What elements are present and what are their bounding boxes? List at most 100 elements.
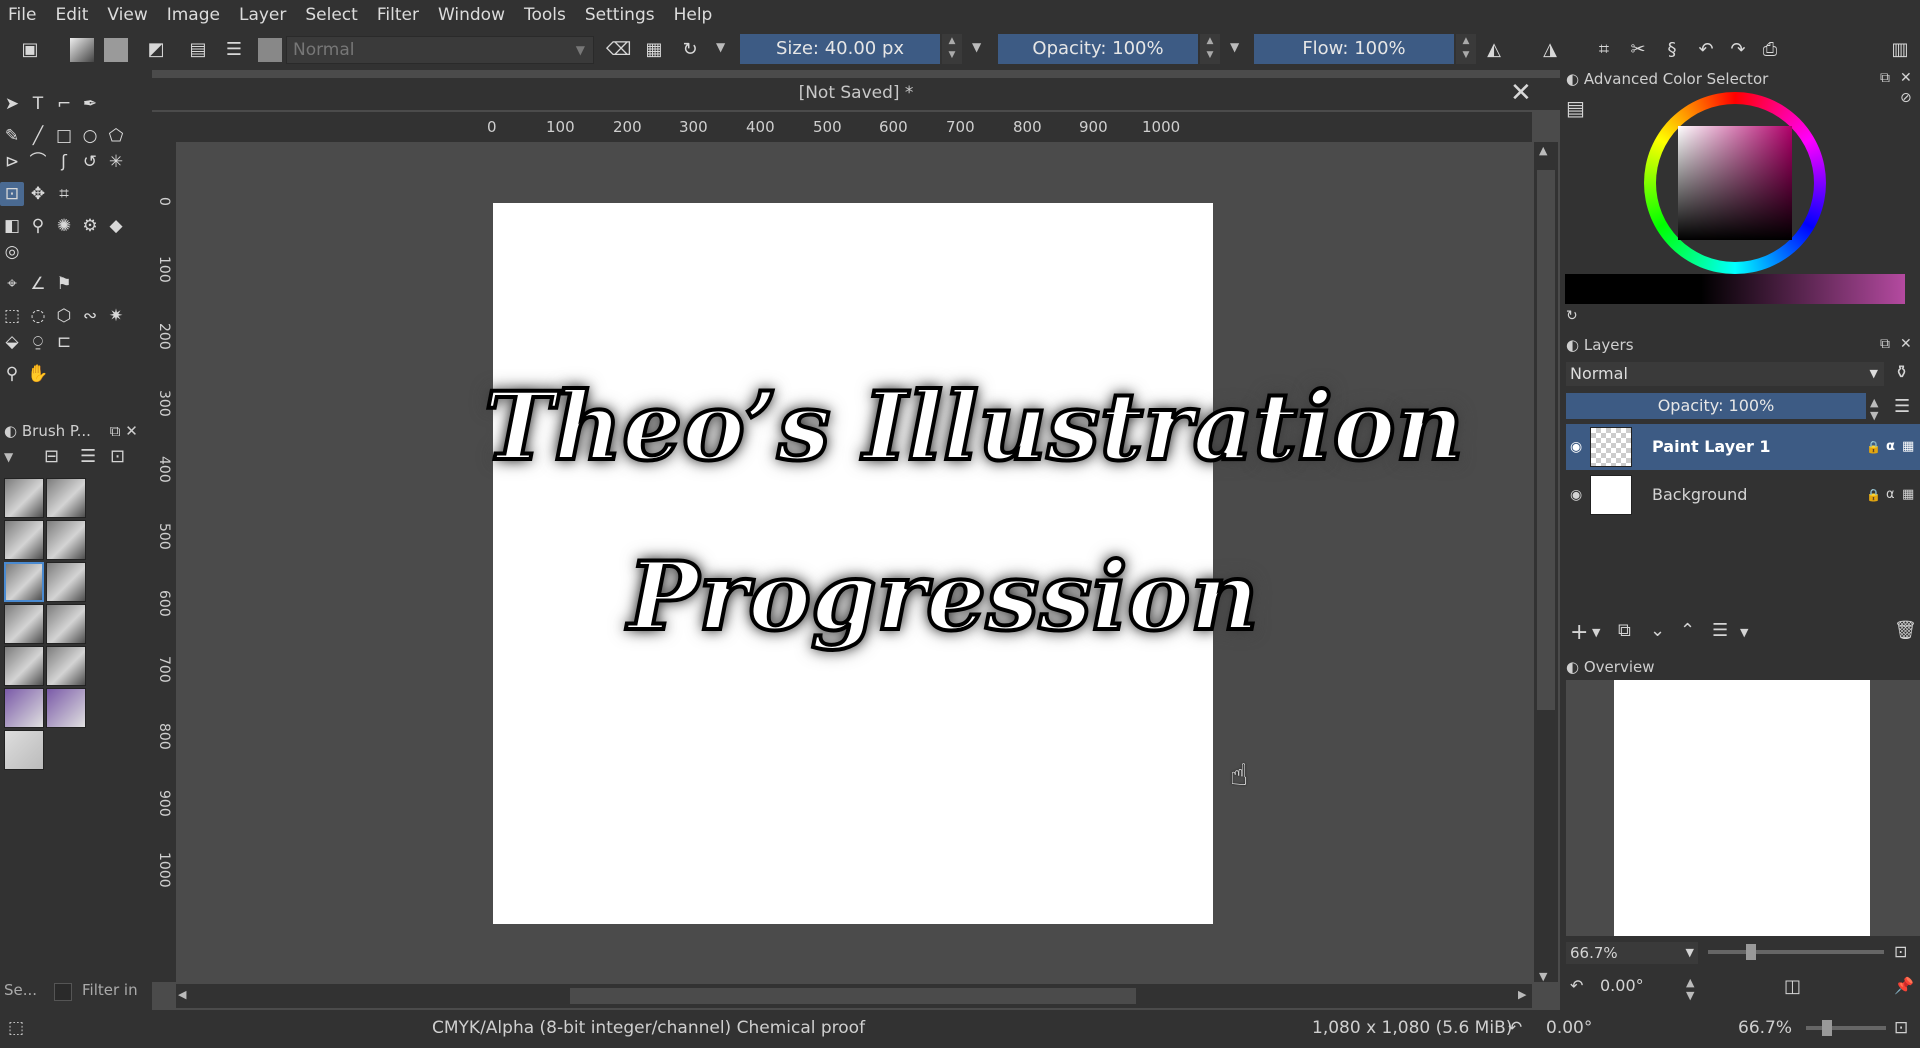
close-icon[interactable]: ✕ [1900,70,1912,86]
vertical-scroll-thumb[interactable] [1537,170,1555,710]
size-spinner[interactable]: ▲ ▼ [942,34,962,64]
size-slider[interactable]: Size: 40.00 px ▲ ▼ [740,34,962,64]
alpha-icon[interactable]: α [1886,424,1895,470]
bezier-tool-icon[interactable]: ⌒ [26,150,50,174]
bezier-select-icon[interactable]: ⍜ [26,330,50,354]
opacity-spinner[interactable]: ▲ ▼ [1200,34,1220,64]
smoothing-icon[interactable]: § [1660,38,1684,62]
color-swap-icon[interactable]: ◩ [144,38,168,62]
brush-preview-icon[interactable] [258,38,282,62]
layout-icon[interactable]: ▤ [186,38,210,62]
line-tool-icon[interactable]: ╱ [26,124,50,148]
chevron-down-icon[interactable]: ▼ [1230,40,1239,54]
mirror-view-icon[interactable]: ◫ [1784,976,1801,997]
polygon-select-icon[interactable]: ⬡ [52,304,76,328]
flow-spinner[interactable]: ▲ ▼ [1456,34,1476,64]
brush-preset[interactable] [46,478,86,518]
magnetic-select-icon[interactable]: ⊏ [52,330,76,354]
eraser-icon[interactable]: ⌫ [606,38,631,62]
rectangle-tool-icon[interactable]: □ [52,124,76,148]
assistant-tool-icon[interactable]: ⌖ [0,272,24,296]
brush-preset[interactable] [4,646,44,686]
brush-preset[interactable] [4,520,44,560]
layer-opacity-slider[interactable]: Opacity: 100% [1566,393,1866,419]
list-view-icon[interactable]: ☰ [80,446,96,467]
visibility-eye-icon[interactable]: ◉ [1570,472,1582,518]
zoom-tool-icon[interactable]: ⚲ [0,362,24,386]
calligraphy-icon[interactable]: ✒ [78,92,102,116]
lock-icon[interactable]: 🔒 [1866,472,1881,518]
dynamic-brush-icon[interactable]: ↺ [78,150,102,174]
fit-view-icon[interactable]: ⊡ [1894,942,1907,961]
menu-file[interactable]: File [8,5,36,25]
similar-select-icon[interactable]: ⬙ [0,330,24,354]
reference-tool-icon[interactable]: ⚑ [52,272,76,296]
overview-zoom-select[interactable]: 66.7% ▼ [1566,942,1698,964]
ellipse-tool-icon[interactable]: ○ [78,124,102,148]
flow-slider[interactable]: Flow: 100% ▲ ▼ [1254,34,1476,64]
rotate-icon[interactable]: ↶ [1570,976,1583,995]
color-square[interactable] [1678,126,1792,240]
opacity-slider[interactable]: Opacity: 100% ▲ ▼ [998,34,1220,64]
freehand-path-icon[interactable]: ʃ [52,150,76,174]
reload-icon[interactable]: ↻ [678,38,702,62]
delete-layer-icon[interactable]: 🗑 [1894,620,1917,641]
undo-icon[interactable]: ↶ [1694,38,1718,62]
panel-lock-icon[interactable]: ◐ [1566,336,1579,354]
panel-lock-icon[interactable]: ◐ [1566,70,1579,88]
smart-patch-icon[interactable]: ✺ [52,214,76,238]
ellipse-select-icon[interactable]: ◌ [26,304,50,328]
brush-preset[interactable] [46,646,86,686]
save-icon[interactable]: ⎙ [1758,38,1782,62]
chevron-down-icon[interactable]: ▼ [972,40,981,54]
brush-preset[interactable] [4,478,44,518]
chevron-down-icon[interactable]: ▼ [1592,626,1600,639]
lock-icon[interactable]: 🔒 [1866,424,1881,470]
brush-preset[interactable] [4,604,44,644]
edit-shapes-icon[interactable]: ⌐ [52,92,76,116]
menu-window[interactable]: Window [438,5,505,25]
transform-tool-icon[interactable]: ⊡ [0,182,24,206]
brush-preset[interactable] [4,730,44,770]
polygon-tool-icon[interactable]: ⬠ [104,124,128,148]
workspace-icon[interactable]: ▥ [1888,38,1912,62]
menu-filter[interactable]: Filter [377,5,419,25]
gradient-icon[interactable] [70,38,94,62]
chevron-down-icon[interactable]: ▼ [1740,626,1748,639]
layer-menu-icon[interactable]: ☰ [1894,396,1910,417]
menu-select[interactable]: Select [305,5,357,25]
refresh-icon[interactable]: ↻ [1566,308,1578,324]
visibility-eye-icon[interactable]: ◉ [1570,424,1582,470]
move-layer-up-icon[interactable]: ⌃ [1680,620,1695,641]
color-picker-icon[interactable]: ⚲ [26,214,50,238]
horizontal-scroll-thumb[interactable] [570,988,1136,1004]
zoom-slider[interactable] [1806,1026,1886,1030]
zoom-slider-handle[interactable] [1822,1020,1832,1036]
brush-preset[interactable] [46,520,86,560]
layer-row-paint-layer-1[interactable]: ◉ Paint Layer 1 🔒 α ▦ [1566,424,1920,470]
fit-view-icon[interactable]: ⊡ [1894,1018,1908,1038]
scroll-up-icon[interactable]: ▲ [1539,144,1547,157]
text-tool-icon[interactable]: T [26,92,50,116]
chevron-down-icon[interactable]: ▼ [4,450,13,464]
inherit-alpha-icon[interactable]: ▦ [1902,472,1914,518]
filter-checkbox[interactable] [54,983,72,1001]
float-panel-icon[interactable]: ⧉ [1880,70,1890,86]
selection-icon[interactable]: ⬚ [8,1018,24,1038]
menu-tools[interactable]: Tools [524,5,566,25]
menu-image[interactable]: Image [167,5,220,25]
close-document-icon[interactable]: ✕ [1510,78,1532,108]
new-document-icon[interactable]: ▣ [18,38,42,62]
brush-preset[interactable] [46,562,86,602]
alpha-lock-icon[interactable]: ▦ [642,38,666,62]
color-space-label[interactable]: CMYK/Alpha (8-bit integer/channel) Chemi… [432,1018,865,1038]
add-layer-icon[interactable]: + [1570,620,1588,645]
close-icon[interactable]: ✕ [125,422,138,440]
scroll-right-icon[interactable]: ▶ [1518,988,1526,1001]
crop-icon[interactable]: ⌗ [1592,38,1616,62]
rotation-spinner[interactable]: ▲ ▼ [1686,976,1694,1002]
overview-rotation[interactable]: 0.00° [1600,976,1644,995]
brush-preset-selected[interactable] [4,562,44,602]
fill-tool-icon[interactable]: ⚙ [78,214,102,238]
float-panel-icon[interactable]: ⧉ [1880,336,1890,352]
